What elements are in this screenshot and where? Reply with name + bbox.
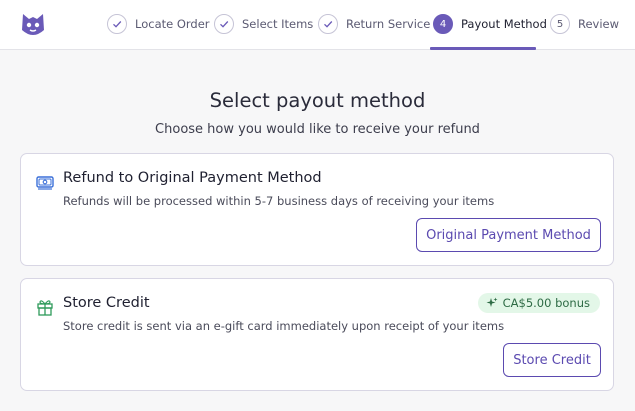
store-credit-button[interactable]: Store Credit bbox=[503, 343, 601, 377]
step-label: Return Service bbox=[346, 17, 431, 31]
active-step-indicator bbox=[430, 47, 536, 50]
check-icon bbox=[318, 14, 338, 34]
step-review[interactable]: 5 Review bbox=[550, 12, 619, 36]
step-label: Review bbox=[578, 17, 620, 31]
brand-logo[interactable] bbox=[20, 10, 46, 38]
payout-option-store-credit: Store Credit CA$5.00 bonus Store credit … bbox=[20, 278, 614, 391]
check-icon bbox=[214, 14, 234, 34]
payout-option-original: Refund to Original Payment Method Refund… bbox=[20, 153, 614, 266]
gift-icon bbox=[37, 300, 53, 316]
bonus-label: CA$5.00 bonus bbox=[502, 296, 590, 310]
step-label: Payout Method bbox=[461, 17, 547, 31]
check-icon bbox=[107, 14, 127, 34]
step-return-service[interactable]: Return Service bbox=[318, 12, 430, 36]
step-label: Select Items bbox=[242, 17, 314, 31]
option-description: Refunds will be processed within 5-7 bus… bbox=[63, 194, 495, 208]
option-description: Store credit is sent via an e-gift card … bbox=[63, 319, 505, 333]
step-number: 4 bbox=[433, 14, 453, 34]
step-number: 5 bbox=[550, 14, 570, 34]
step-payout-method[interactable]: 4 Payout Method bbox=[433, 12, 547, 36]
step-locate-order[interactable]: Locate Order bbox=[107, 12, 210, 36]
top-bar: Locate Order Select Items Return Service… bbox=[0, 0, 635, 50]
option-title: Store Credit bbox=[63, 295, 150, 311]
page-subtitle: Choose how you would like to receive you… bbox=[155, 122, 480, 137]
option-title: Refund to Original Payment Method bbox=[63, 170, 322, 186]
bonus-badge: CA$5.00 bonus bbox=[477, 293, 600, 313]
step-label: Locate Order bbox=[135, 17, 210, 31]
money-icon bbox=[36, 176, 54, 190]
sparkle-icon bbox=[486, 297, 498, 307]
step-select-items[interactable]: Select Items bbox=[214, 12, 313, 36]
page-title: Select payout method bbox=[209, 89, 426, 112]
original-payment-method-button[interactable]: Original Payment Method bbox=[416, 218, 601, 252]
